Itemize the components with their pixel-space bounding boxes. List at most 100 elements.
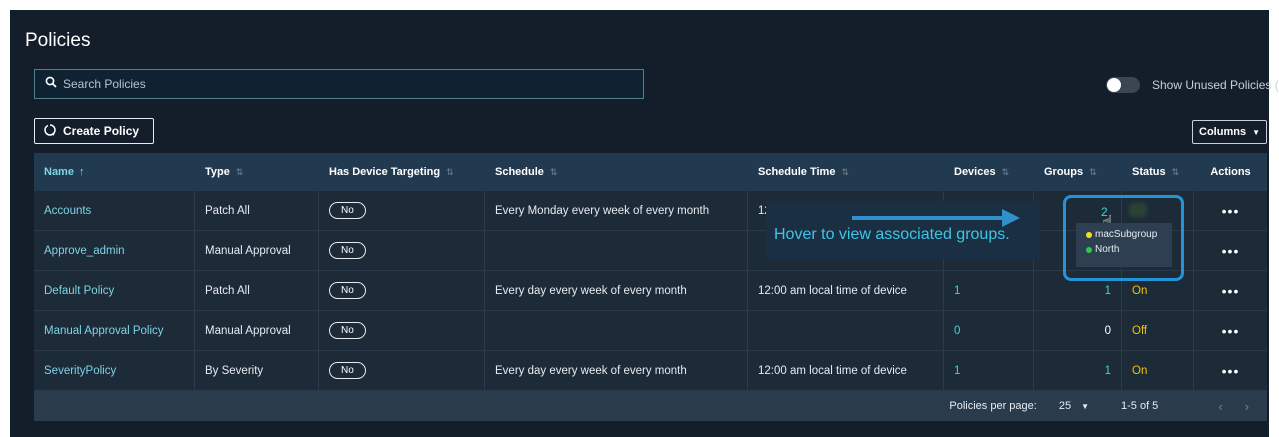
targeting-pill: No (329, 282, 366, 299)
more-actions-icon[interactable]: ••• (1194, 231, 1267, 270)
header-name[interactable]: Name ↑ (34, 153, 195, 191)
per-page-select[interactable]: 25 (1059, 400, 1071, 412)
status-value: Off (1132, 324, 1148, 337)
search-input[interactable] (63, 77, 623, 91)
policies-page: Policies Show Unused Policies (2) Create… (10, 10, 1279, 437)
policy-name-link[interactable]: Accounts (44, 205, 91, 217)
sort-asc-icon: ↑ (78, 166, 85, 178)
policy-name-link[interactable]: Manual Approval Policy (44, 325, 164, 337)
callout-text: Hover to view associated groups. (774, 226, 1010, 243)
policy-name-link[interactable]: SeverityPolicy (44, 365, 116, 377)
create-policy-button[interactable]: Create Policy (34, 118, 154, 144)
chevron-right-icon[interactable]: › (1245, 399, 1249, 414)
header-name-label: Name (44, 166, 74, 178)
policy-schedule: Every day every week of every month (485, 351, 748, 390)
status-value: On (1132, 364, 1148, 377)
header-actions: Actions (1210, 166, 1251, 178)
policy-name-link[interactable]: Default Policy (44, 285, 114, 297)
show-unused-toggle[interactable] (1106, 77, 1140, 93)
groups-tooltip: macSubgroup North (1076, 223, 1172, 267)
groups-count[interactable]: 1 (1105, 285, 1111, 297)
search-box[interactable] (34, 69, 644, 99)
more-actions-icon[interactable]: ••• (1194, 311, 1267, 350)
targeting-pill: No (329, 202, 366, 219)
header-groups[interactable]: Groups ⇅ (1034, 153, 1122, 191)
show-unused-toggle-group: Show Unused Policies (2) (1106, 77, 1279, 93)
page-title: Policies (25, 30, 91, 51)
header-schedule[interactable]: Schedule ⇅ (485, 153, 748, 191)
tooltip-item-label: macSubgroup (1095, 229, 1158, 240)
policy-icon (44, 123, 56, 139)
header-type-label: Type (205, 166, 230, 178)
header-schedule-label: Schedule (495, 166, 544, 178)
header-targeting[interactable]: Has Device Targeting ⇅ (319, 153, 485, 191)
header-type[interactable]: Type ⇅ (195, 153, 319, 191)
sort-icon: ⇅ (446, 166, 454, 177)
policy-type: Manual Approval (195, 311, 319, 350)
sort-icon: ⇅ (841, 166, 849, 177)
table-row: Manual Approval Policy Manual Approval N… (34, 311, 1267, 351)
policy-schedule-time: 12:00 am local time of device (748, 351, 944, 390)
sort-icon: ⇅ (549, 166, 558, 177)
groups-count[interactable]: 1 (1105, 365, 1111, 377)
status-value: On (1132, 284, 1148, 297)
create-policy-label: Create Policy (63, 124, 140, 138)
policy-schedule-time: 12:00 am local time of device (748, 271, 944, 310)
policy-schedule (485, 231, 748, 270)
show-unused-label: Show Unused Policies (2) (1152, 78, 1279, 92)
header-status[interactable]: Status ⇅ (1122, 153, 1194, 191)
sort-icon: ⇅ (1001, 166, 1010, 177)
header-schedule-time-label: Schedule Time (758, 166, 836, 178)
policy-type: Manual Approval (195, 231, 319, 270)
table-header: Name ↑ Type ⇅ Has Device Targeting ⇅ Sched… (34, 153, 1267, 191)
sort-icon: ⇅ (1171, 166, 1180, 177)
toggle-knob (1107, 78, 1121, 92)
columns-button[interactable]: Columns ▼ (1192, 120, 1267, 144)
tooltip-item: macSubgroup (1086, 229, 1172, 240)
page-range: 1-5 of 5 (1121, 400, 1159, 412)
header-targeting-label: Has Device Targeting (329, 166, 441, 178)
header-status-label: Status (1132, 166, 1166, 178)
caret-down-icon: ▼ (1252, 127, 1260, 137)
hover-callout: Hover to view associated groups. (766, 201, 1040, 259)
arrow-right-icon (1002, 209, 1020, 227)
more-actions-icon[interactable]: ••• (1194, 271, 1267, 310)
blurred-status (1129, 203, 1147, 217)
targeting-pill: No (329, 322, 366, 339)
more-actions-icon[interactable]: ••• (1194, 351, 1267, 390)
policy-type: By Severity (195, 351, 319, 390)
groups-count: 0 (1104, 324, 1111, 337)
policy-name-link[interactable]: Approve_admin (44, 245, 125, 257)
table-row: SeverityPolicy By Severity No Every day … (34, 351, 1267, 391)
policies-table: Name ↑ Type ⇅ Has Device Targeting ⇅ Sched… (34, 153, 1267, 421)
header-schedule-time[interactable]: Schedule Time ⇅ (748, 153, 944, 191)
chevron-left-icon[interactable]: ‹ (1218, 399, 1222, 414)
arrow-line (852, 216, 1002, 220)
sort-icon: ⇅ (1089, 166, 1097, 177)
devices-count[interactable]: 1 (954, 365, 960, 377)
policy-schedule: Every day every week of every month (485, 271, 748, 310)
devices-count[interactable]: 0 (954, 325, 960, 337)
search-icon (45, 75, 57, 93)
targeting-pill: No (329, 362, 366, 379)
policy-schedule: Every Monday every week of every month (485, 191, 748, 230)
targeting-pill: No (329, 242, 366, 259)
header-devices[interactable]: Devices ⇅ (944, 153, 1034, 191)
policy-schedule-time (748, 311, 944, 350)
devices-count[interactable]: 1 (954, 285, 960, 297)
pagination-footer: Policies per page: 25 ▼ 1-5 of 5 ‹ › (34, 391, 1267, 421)
header-devices-label: Devices (954, 166, 996, 178)
sort-icon: ⇅ (235, 166, 244, 177)
tooltip-item: North (1086, 244, 1172, 255)
more-actions-icon[interactable]: ••• (1194, 191, 1267, 230)
yellow-dot-icon (1086, 231, 1092, 238)
policy-schedule (485, 311, 748, 350)
policy-type: Patch All (195, 191, 319, 230)
policy-type: Patch All (195, 271, 319, 310)
columns-label: Columns (1199, 126, 1247, 138)
tooltip-item-label: North (1095, 244, 1120, 255)
per-page-label: Policies per page: (949, 400, 1037, 412)
green-dot-icon (1086, 246, 1092, 253)
header-groups-label: Groups (1044, 166, 1084, 178)
caret-down-icon[interactable]: ▼ (1081, 402, 1089, 411)
